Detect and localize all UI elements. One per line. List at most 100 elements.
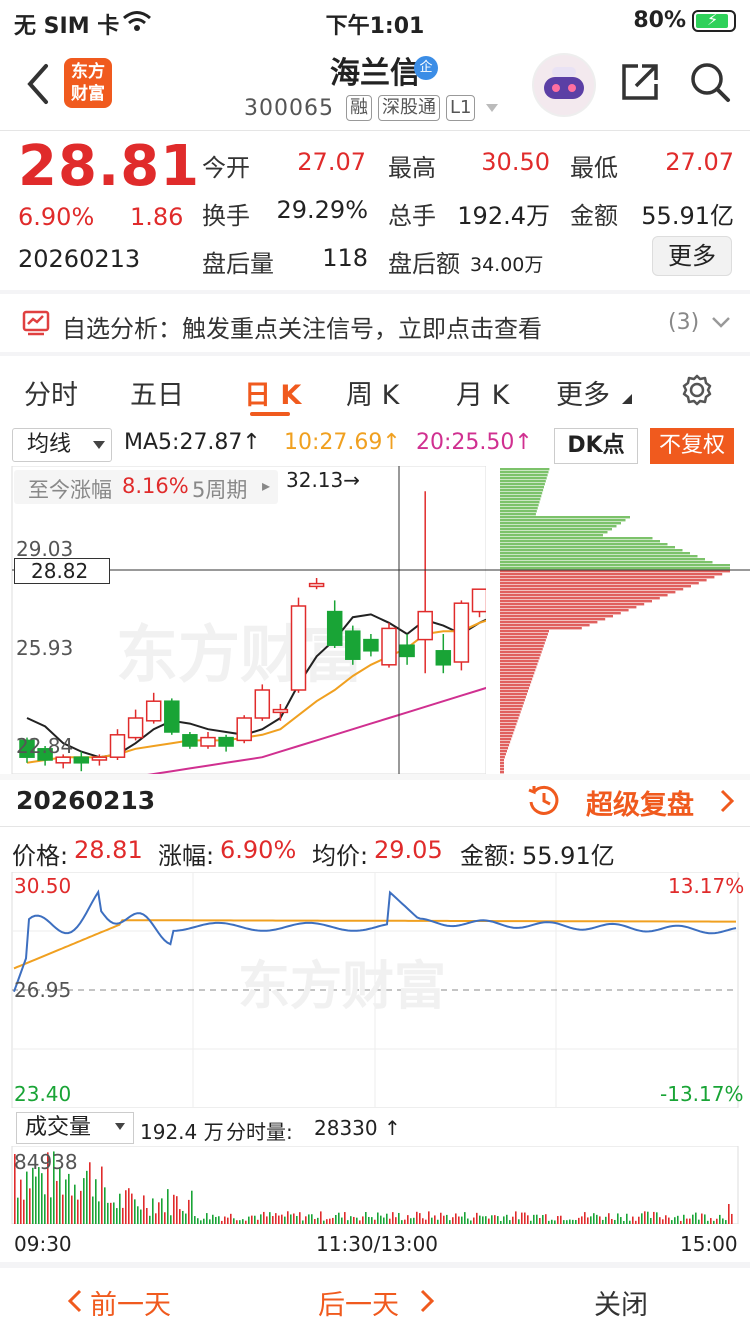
assistant-avatar[interactable] [532,53,596,117]
signal-message[interactable]: 自选分析：触发重点关注信号，立即点击查看 [62,309,542,344]
indicator-select-label: 均线 [27,432,72,457]
candle-body [326,610,343,646]
period-gain-box[interactable]: 至今涨幅 8.16% 5周期 ▸ [14,470,278,504]
volume-bar [242,1219,244,1224]
chip-bar [500,492,543,495]
volume-bar [251,1215,253,1224]
tab-monthly-k[interactable]: 月 K [456,373,509,412]
volume-bar [494,1215,496,1224]
next-day-button[interactable]: 后一天 [318,1283,399,1322]
chip-bar [500,528,612,531]
volume-bar [281,1214,283,1224]
volume-bar [266,1216,268,1224]
chip-bar [500,618,606,621]
candle-body [109,734,126,758]
volume-bar [491,1215,493,1224]
volume-max-label: 84938 [14,1150,78,1174]
volume-bar [254,1215,256,1224]
low-label: 最低 [570,154,618,182]
chip-bar [500,645,544,648]
volume-bar [308,1214,310,1224]
volume-bar [413,1217,415,1224]
chip-bar [500,648,543,651]
chip-bar [500,666,537,669]
robot-icon [534,55,594,115]
volume-chart[interactable] [0,1146,750,1224]
candle-body [381,627,397,666]
chip-bar [500,591,676,594]
prev-day-button[interactable]: 前一天 [90,1283,171,1322]
ts-y-high: 30.50 [14,874,72,898]
kline-y-label: 25.93 [16,636,74,660]
volume-bar [587,1217,589,1224]
volume-bar [644,1211,646,1224]
chip-bar [500,726,516,729]
chip-bar [500,690,528,693]
tab-timeshare[interactable]: 分时 [24,373,78,412]
volume-bar [680,1220,682,1224]
volume-bar [458,1216,460,1224]
volume-bar [569,1219,571,1224]
chip-bar [500,741,511,744]
ts-amount-label: 金额: [460,842,517,870]
search-icon[interactable] [688,60,732,104]
tab-daily-k[interactable]: 日 K [244,373,301,412]
volume-bar [425,1219,427,1224]
chip-bar [500,588,684,591]
settings-gear-icon[interactable] [680,373,714,407]
volume-bar [539,1218,541,1224]
volume-bar [527,1215,529,1224]
quote-date: 20260213 [18,245,141,273]
chevron-right-icon[interactable] [718,788,736,814]
more-button[interactable]: 更多 [652,236,732,276]
candle-body [453,602,470,663]
chip-bar [500,546,675,549]
chevron-down-icon [93,441,105,449]
chip-bar [500,615,613,618]
no-adjust-button[interactable]: 不复权 [650,428,734,464]
tag-level[interactable]: L1 [446,95,476,121]
chip-bar [500,561,713,564]
volume-bar [647,1211,649,1224]
tab-more[interactable]: 更多 [556,373,610,412]
candle-body [164,700,180,733]
chip-bar [500,735,513,738]
chevron-down-icon[interactable] [710,314,732,330]
volume-bar [71,1195,73,1224]
volume-bar [362,1216,364,1224]
volume-bar [377,1212,379,1224]
volume-bar [641,1213,643,1224]
volume-bar [296,1215,298,1224]
period-gain-value: 8.16% [122,474,189,498]
volume-bar [500,1220,502,1224]
chip-bar [500,513,536,516]
volume-bar [452,1217,454,1224]
close-button[interactable]: 关闭 [594,1283,648,1322]
tab-five-day[interactable]: 五日 [130,373,184,412]
ts-pct-low: -13.17% [660,1082,744,1106]
volume-bar [203,1218,205,1224]
dk-point-button[interactable]: DK点 [554,428,638,464]
volume-bar [272,1216,274,1224]
chip-bar [500,567,730,570]
chip-bar [500,498,541,501]
volume-bar [671,1220,673,1224]
super-replay-button[interactable]: 超级复盘 [586,783,694,822]
timeshare-chart[interactable]: 东方财富 [0,872,750,1108]
volume-bar [428,1211,430,1224]
volume-bar [125,1190,127,1224]
crosshair-price-label: 28.82 [14,558,110,584]
volume-bar [728,1204,730,1224]
volume-total: 192.4 万 [140,1120,224,1144]
volume-bar [707,1220,709,1224]
share-icon[interactable] [618,60,662,104]
volume-bar [692,1214,694,1224]
volume-bar [167,1189,169,1224]
chevron-down-icon[interactable] [484,102,500,114]
volume-bar [698,1219,700,1224]
chip-bar [500,696,526,699]
current-price: 28.81 [18,134,201,199]
kline-chart[interactable]: 东方财富 [0,466,750,774]
chip-bar [500,597,660,600]
tab-weekly-k[interactable]: 周 K [346,373,399,412]
